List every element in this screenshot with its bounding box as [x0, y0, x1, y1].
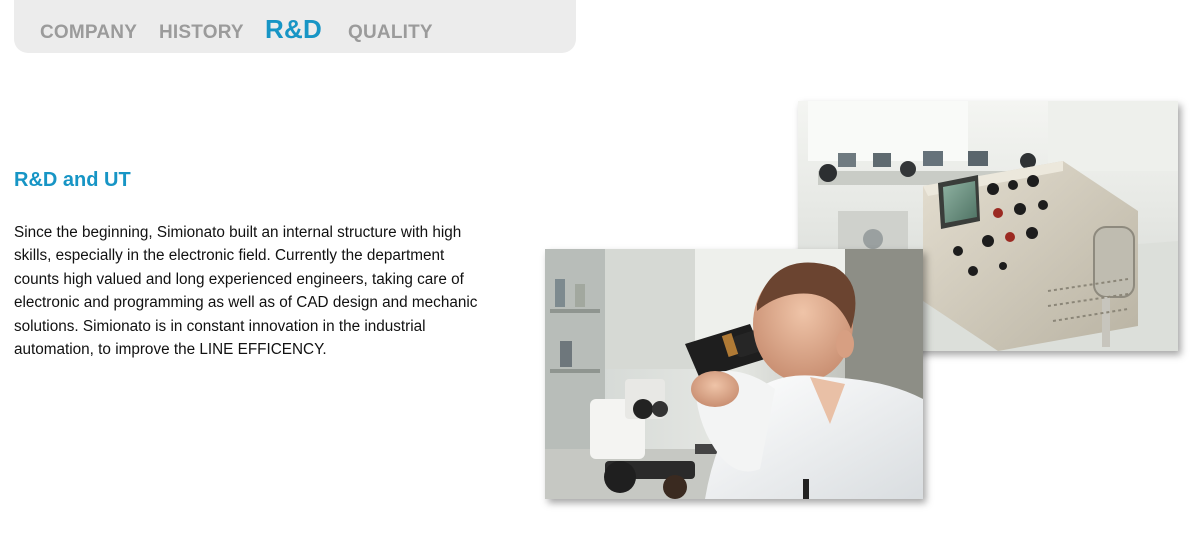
body-line: solutions. Simionato is in constant inno…	[14, 317, 426, 335]
body-line: skills, especially in the electronic fie…	[14, 247, 445, 265]
section-nav-bar: COMPANY HISTORY R&D QUALITY	[14, 0, 576, 53]
body-line: electronic and programming as well as of…	[14, 294, 478, 312]
tab-history[interactable]: HISTORY	[159, 22, 244, 44]
tab-quality[interactable]: QUALITY	[348, 22, 433, 44]
section-title: R&D and UT	[14, 169, 131, 191]
scientist-microscope-photo	[545, 249, 923, 499]
tab-company[interactable]: COMPANY	[40, 22, 137, 44]
body-line: automation, to improve the LINE EFFICENC…	[14, 341, 327, 359]
tab-rd[interactable]: R&D	[265, 14, 322, 45]
body-line: Since the beginning, Simionato built an …	[14, 224, 462, 241]
body-line: counts high valued and long experienced …	[14, 270, 464, 288]
scientist-microscope-illustration	[545, 249, 923, 499]
page: COMPANY HISTORY R&D QUALITY R&D and UT S…	[0, 0, 1200, 547]
body-paragraph: Since the beginning, Simionato built an …	[14, 221, 514, 361]
